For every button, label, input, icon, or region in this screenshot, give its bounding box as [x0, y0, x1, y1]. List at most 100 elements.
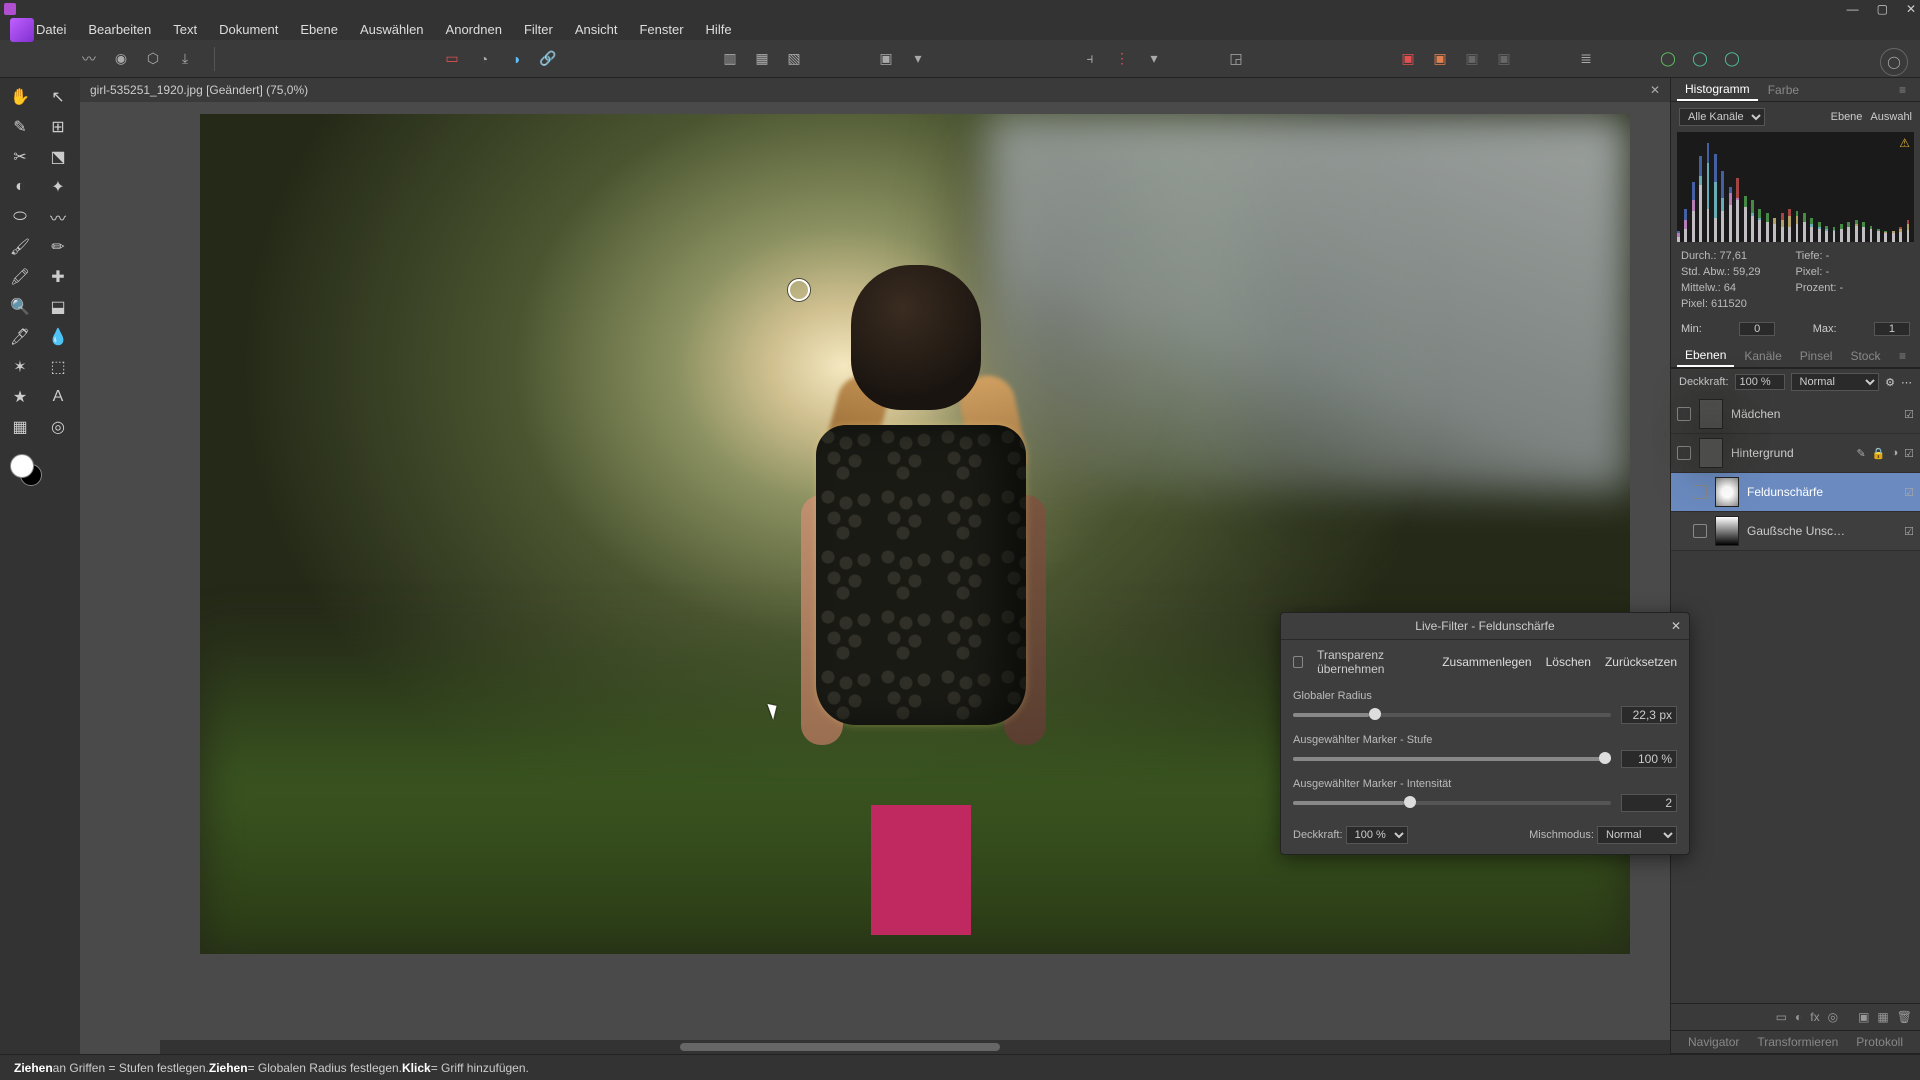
move-tool-icon[interactable]: ↖	[42, 84, 74, 110]
pencil-tool-icon[interactable]: ✏	[42, 234, 74, 260]
menu-ansicht[interactable]: Ansicht	[575, 22, 618, 37]
fill-tool-icon[interactable]: ⬓	[42, 294, 74, 320]
layer-flag-icon[interactable]: ◑	[1891, 447, 1898, 460]
layer-flag-icon[interactable]: ☑	[1904, 486, 1914, 499]
menu-text[interactable]: Text	[173, 22, 197, 37]
blend-mode-select[interactable]: Normal	[1791, 373, 1880, 391]
autowb-icon[interactable]: 🔗	[535, 46, 561, 72]
arrange-front-icon[interactable]: ▣	[1491, 46, 1517, 72]
gradient-tool-icon[interactable]: ◐	[4, 174, 36, 200]
text-tool-icon[interactable]: A	[42, 384, 74, 410]
fx-icon[interactable]: fx	[1810, 1010, 1819, 1024]
shape-tool-icon[interactable]: ⬔	[42, 144, 74, 170]
histogram-layer-button[interactable]: Ebene	[1831, 111, 1863, 123]
menu-ebene[interactable]: Ebene	[300, 22, 338, 37]
addlayer-icon[interactable]: ▦	[1877, 1010, 1888, 1024]
layers-menu-icon[interactable]: ≡	[1891, 346, 1914, 366]
frame-tool-icon[interactable]: ⬚	[42, 354, 74, 380]
max-input[interactable]	[1874, 322, 1910, 336]
grid-tool-icon[interactable]: ▦	[4, 414, 36, 440]
channel-select[interactable]: Alle Kanäle	[1679, 108, 1765, 126]
slice-tool-icon[interactable]: ✂	[4, 144, 36, 170]
brush-tool-icon[interactable]: 🖌	[4, 234, 36, 260]
heal-tool-icon[interactable]: ✚	[42, 264, 74, 290]
adjust-icon[interactable]: ◐	[1795, 1010, 1802, 1024]
layer-visibility-checkbox[interactable]	[1677, 446, 1691, 460]
snap-pixel-icon[interactable]: ▦	[749, 46, 775, 72]
trash-icon[interactable]: 🗑	[1897, 1010, 1912, 1024]
persona-export-icon[interactable]: ⤓	[172, 46, 198, 72]
star-tool-icon[interactable]: ★	[4, 384, 36, 410]
layer-row[interactable]: Mädchen ☑	[1671, 395, 1920, 434]
tab-ebenen[interactable]: Ebenen	[1677, 345, 1734, 367]
order-icon[interactable]: ≣	[1573, 46, 1599, 72]
menu-datei[interactable]: Datei	[36, 22, 66, 37]
pen-tool-icon[interactable]: ✎	[4, 114, 36, 140]
sync-c-icon[interactable]: ◯	[1719, 46, 1745, 72]
persona-develop-icon[interactable]: ⬡	[140, 46, 166, 72]
tab-transformieren[interactable]: Transformieren	[1749, 1032, 1846, 1052]
layer-more-icon[interactable]: ⋯	[1901, 376, 1912, 389]
group-icon[interactable]: ▣	[1858, 1010, 1869, 1024]
layer-fx-icon[interactable]: ⚙	[1885, 376, 1895, 389]
transparency-checkbox[interactable]	[1293, 656, 1303, 668]
hand-tool-icon[interactable]: ✋	[4, 84, 36, 110]
dialog-close-icon[interactable]: ✕	[1671, 619, 1681, 633]
autocontrast-icon[interactable]: ◔	[471, 46, 497, 72]
layer-row[interactable]: Gaußsche Unsc… ☑	[1671, 512, 1920, 551]
layer-opacity-input[interactable]	[1735, 374, 1785, 390]
min-input[interactable]	[1739, 322, 1775, 336]
close-tab-icon[interactable]: ✕	[1650, 83, 1660, 97]
merge-button[interactable]: Zusammenlegen	[1442, 655, 1531, 669]
sync-a-icon[interactable]: ◯	[1655, 46, 1681, 72]
foreground-color-icon[interactable]	[10, 454, 34, 478]
layer-flag-icon[interactable]: ☑	[1904, 525, 1914, 538]
tab-navigator[interactable]: Navigator	[1680, 1032, 1747, 1052]
marker-level-slider[interactable]	[1293, 757, 1611, 761]
close-window-button[interactable]: ✕	[1906, 2, 1916, 16]
smudge-tool-icon[interactable]: 💧	[42, 324, 74, 350]
align-dropdown-icon[interactable]: ▾	[1141, 46, 1167, 72]
scrollbar-thumb[interactable]	[680, 1043, 1000, 1051]
menu-fenster[interactable]: Fenster	[639, 22, 683, 37]
dlg-mode-select[interactable]: Normal	[1597, 826, 1677, 844]
tab-farbe[interactable]: Farbe	[1760, 80, 1807, 100]
doc-dropdown-icon[interactable]: ▾	[905, 46, 931, 72]
panel-menu-icon[interactable]: ≡	[1891, 80, 1914, 100]
livefilter-icon[interactable]: ◎	[1828, 1010, 1838, 1024]
marquee-tool-icon[interactable]: ⬭	[4, 204, 36, 230]
color-swatch[interactable]	[10, 454, 46, 490]
arrange-backward-icon[interactable]: ▣	[1427, 46, 1453, 72]
delete-button[interactable]: Löschen	[1546, 655, 1591, 669]
dlg-opacity-select[interactable]: 100 %	[1346, 826, 1408, 844]
layer-flag-icon[interactable]: 🔒	[1872, 447, 1886, 460]
freehand-tool-icon[interactable]: 〰	[42, 204, 74, 230]
tab-kanaele[interactable]: Kanäle	[1736, 346, 1789, 366]
mask-icon[interactable]: ▭	[1776, 1010, 1787, 1024]
minimize-button[interactable]: —	[1847, 2, 1859, 16]
arrange-forward-icon[interactable]: ▣	[1459, 46, 1485, 72]
histogram-selection-button[interactable]: Auswahl	[1870, 111, 1912, 123]
marker-intensity-input[interactable]	[1621, 794, 1677, 812]
align-left-icon[interactable]: ⫞	[1077, 46, 1103, 72]
pentool-icon[interactable]: 🖊	[4, 324, 36, 350]
tab-histogram[interactable]: Histogramm	[1677, 79, 1758, 101]
global-radius-slider[interactable]	[1293, 713, 1611, 717]
layer-flag-icon[interactable]: ☑	[1904, 447, 1914, 460]
menu-hilfe[interactable]: Hilfe	[706, 22, 732, 37]
paint-tool-icon[interactable]: 🖍	[4, 264, 36, 290]
quick-export-icon[interactable]: ◲	[1223, 46, 1249, 72]
marker-level-input[interactable]	[1621, 750, 1677, 768]
persona-liquify-icon[interactable]: ◉	[108, 46, 134, 72]
target-tool-icon[interactable]: ◎	[42, 414, 74, 440]
tab-pinsel[interactable]: Pinsel	[1792, 346, 1841, 366]
account-icon[interactable]: ◯	[1880, 48, 1908, 76]
sync-b-icon[interactable]: ◯	[1687, 46, 1713, 72]
marker-intensity-slider[interactable]	[1293, 801, 1611, 805]
arrange-back-icon[interactable]: ▣	[1395, 46, 1421, 72]
menu-filter[interactable]: Filter	[524, 22, 553, 37]
snap-guides-icon[interactable]: ▧	[781, 46, 807, 72]
global-radius-input[interactable]	[1621, 706, 1677, 724]
tab-stock[interactable]: Stock	[1842, 346, 1888, 366]
autolevels-icon[interactable]: ▭	[439, 46, 465, 72]
